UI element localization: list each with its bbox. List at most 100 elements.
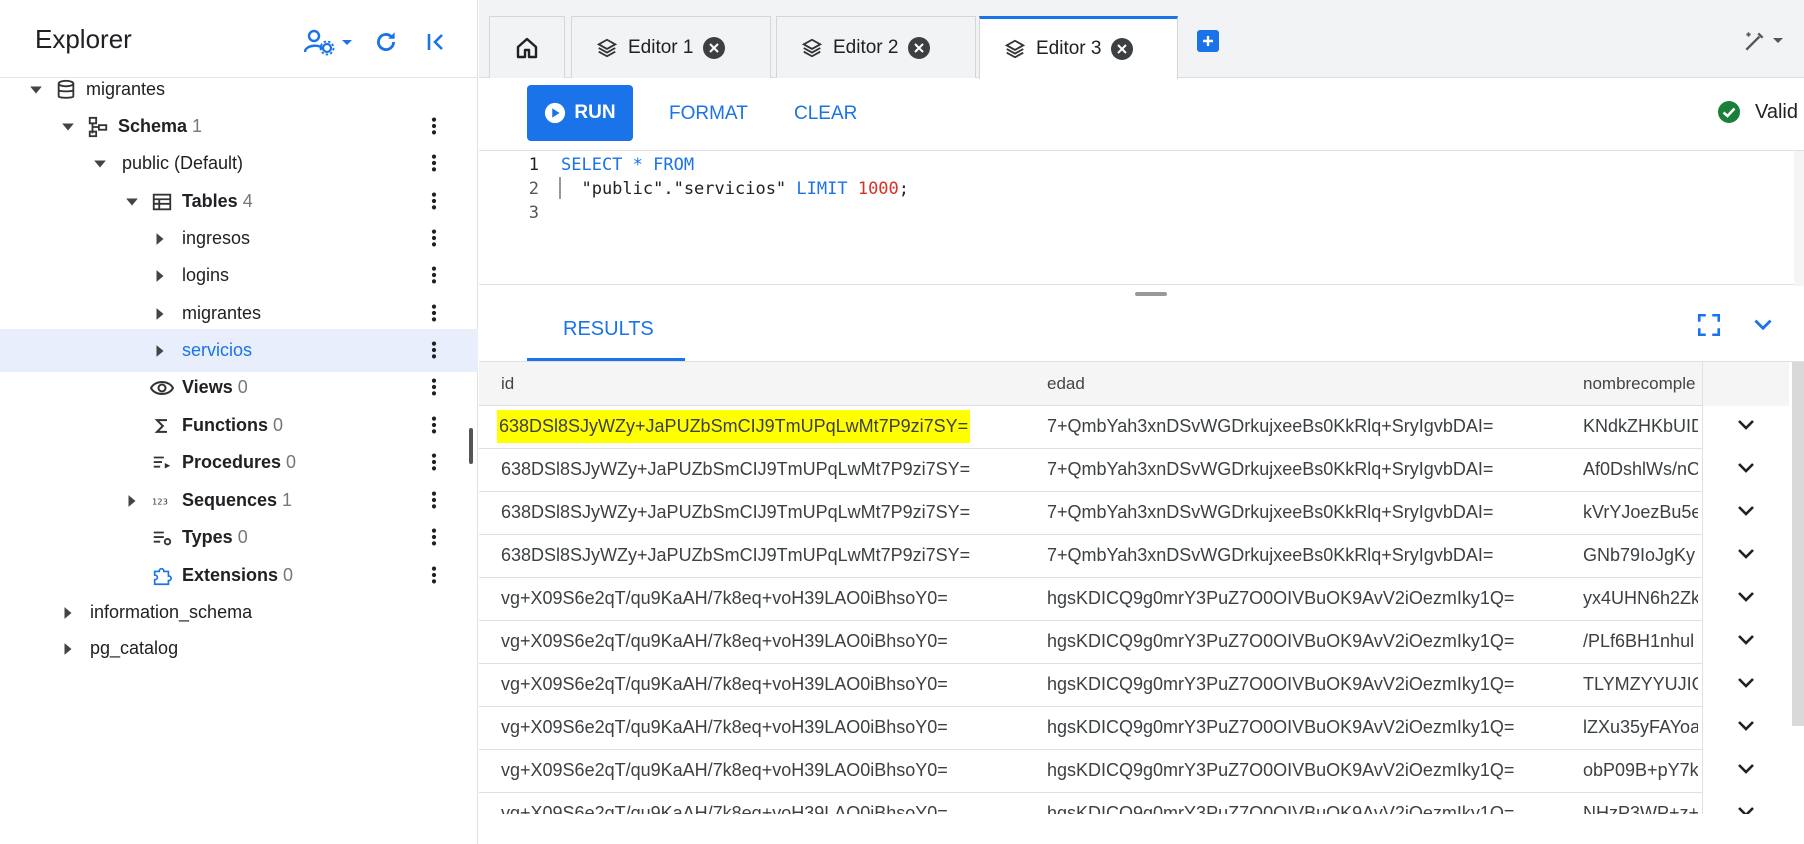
tab-editor-1[interactable]: Editor 1 — [571, 16, 771, 78]
more-vert-icon[interactable] — [422, 525, 446, 549]
tab-editor-2[interactable]: Editor 2 — [776, 16, 976, 78]
more-vert-icon[interactable] — [422, 263, 446, 287]
table-cell[interactable]: 638DSl8SJyWZy+JaPUZbSmCIJ9TmUPqLwMt7P9zi… — [501, 502, 970, 523]
more-vert-icon[interactable] — [422, 189, 446, 213]
close-tab-button[interactable] — [703, 36, 726, 59]
tab-home[interactable] — [489, 16, 565, 78]
table-cell[interactable]: vg+X09S6e2qT/qu9KaAH/7k8eq+voH39LAO0iBhs… — [501, 760, 948, 781]
table-cell[interactable]: 638DSl8SJyWZy+JaPUZbSmCIJ9TmUPqLwMt7P9zi… — [501, 545, 970, 566]
table-row[interactable]: 638DSl8SJyWZy+JaPUZbSmCIJ9TmUPqLwMt7P9zi… — [479, 449, 1789, 492]
editor-scrollbar[interactable] — [1794, 151, 1804, 286]
table-cell[interactable]: 7+QmbYah3xnDSvWGDrkujxeeBs0KkRlq+SryIgvb… — [1047, 545, 1493, 566]
tree-item-procedures[interactable]: Procedures 0 — [0, 441, 478, 484]
table-cell[interactable]: vg+X09S6e2qT/qu9KaAH/7k8eq+voH39LAO0iBhs… — [501, 803, 948, 814]
table-row[interactable]: vg+X09S6e2qT/qu9KaAH/7k8eq+voH39LAO0iBhs… — [479, 621, 1789, 664]
chevron-right-icon[interactable] — [148, 339, 172, 363]
fullscreen-icon[interactable] — [1696, 312, 1722, 338]
more-vert-icon[interactable] — [422, 375, 446, 399]
table-cell[interactable]: hgsKDICQ9g0mrY3PuZ7O0OIVBuOK9AvV2iOezmIk… — [1047, 717, 1514, 738]
table-cell[interactable]: hgsKDICQ9g0mrY3PuZ7O0OIVBuOK9AvV2iOezmIk… — [1047, 760, 1514, 781]
column-header-edad[interactable]: edad — [1047, 374, 1085, 394]
run-button[interactable]: RUN — [527, 85, 633, 141]
table-row[interactable]: 638DSl8SJyWZy+JaPUZbSmCIJ9TmUPqLwMt7P9zi… — [479, 406, 1789, 449]
expand-row-button[interactable] — [1702, 535, 1789, 578]
more-vert-icon[interactable] — [422, 413, 446, 437]
table-cell[interactable]: obP09B+pY7k — [1583, 760, 1698, 781]
chevron-right-icon[interactable] — [56, 637, 80, 661]
expand-row-button[interactable] — [1702, 621, 1789, 664]
column-header-nombrecompleto[interactable]: nombrecomple — [1583, 374, 1698, 394]
close-tab-button[interactable] — [1111, 38, 1134, 60]
sql-editor[interactable]: 1 2 3 SELECT * FROM "public"."servicios"… — [479, 150, 1804, 286]
refresh-button[interactable] — [368, 24, 404, 60]
collapse-sidebar-button[interactable] — [418, 24, 454, 60]
table-row[interactable]: vg+X09S6e2qT/qu9KaAH/7k8eq+voH39LAO0iBhs… — [479, 793, 1789, 814]
close-tab-button[interactable] — [908, 36, 931, 59]
expand-row-button[interactable] — [1702, 793, 1789, 814]
table-cell[interactable]: Af0DshlWs/nC — [1583, 459, 1698, 480]
more-vert-icon[interactable] — [422, 226, 446, 250]
table-cell[interactable]: yx4UHN6h2Zk — [1583, 588, 1698, 609]
tree-item-types[interactable]: Types 0 — [0, 516, 478, 559]
chevron-right-icon[interactable] — [148, 302, 172, 326]
chevron-down-icon[interactable] — [24, 78, 48, 102]
more-vert-icon[interactable] — [422, 563, 446, 587]
clear-button[interactable]: CLEAR — [794, 103, 857, 125]
tab-results[interactable]: RESULTS — [563, 318, 654, 341]
expand-row-button[interactable] — [1702, 664, 1789, 707]
more-vert-icon[interactable] — [422, 450, 446, 474]
table-cell[interactable]: TLYMZYYUJIG — [1583, 674, 1698, 695]
table-cell[interactable]: vg+X09S6e2qT/qu9KaAH/7k8eq+voH39LAO0iBhs… — [501, 588, 948, 609]
chevron-right-icon[interactable] — [148, 264, 172, 288]
more-vert-icon[interactable] — [422, 488, 446, 512]
expand-row-button[interactable] — [1702, 406, 1789, 449]
tree-item-logins[interactable]: logins — [0, 254, 478, 297]
table-cell[interactable]: KNdkZHKbUID — [1583, 416, 1698, 437]
table-cell[interactable]: hgsKDICQ9g0mrY3PuZ7O0OIVBuOK9AvV2iOezmIk… — [1047, 803, 1514, 814]
more-vert-icon[interactable] — [422, 301, 446, 325]
table-cell[interactable]: kVrYJoezBu5e — [1583, 502, 1698, 523]
expand-row-button[interactable] — [1702, 578, 1789, 621]
table-row[interactable]: vg+X09S6e2qT/qu9KaAH/7k8eq+voH39LAO0iBhs… — [479, 707, 1789, 750]
table-cell[interactable]: 7+QmbYah3xnDSvWGDrkujxeeBs0KkRlq+SryIgvb… — [1047, 459, 1493, 480]
table-cell[interactable]: hgsKDICQ9g0mrY3PuZ7O0OIVBuOK9AvV2iOezmIk… — [1047, 674, 1514, 695]
table-row[interactable]: 638DSl8SJyWZy+JaPUZbSmCIJ9TmUPqLwMt7P9zi… — [479, 492, 1789, 535]
results-scrollbar[interactable] — [1792, 362, 1804, 726]
add-tab-button[interactable] — [1197, 30, 1219, 52]
table-cell[interactable]: vg+X09S6e2qT/qu9KaAH/7k8eq+voH39LAO0iBhs… — [501, 717, 948, 738]
chevron-right-icon[interactable] — [56, 601, 80, 625]
table-cell[interactable]: 638DSl8SJyWZy+JaPUZbSmCIJ9TmUPqLwMt7P9zi… — [497, 410, 971, 443]
tree-item-pg-catalog[interactable]: pg_catalog — [0, 627, 478, 670]
column-header-id[interactable]: id — [501, 374, 514, 394]
table-cell[interactable]: /PLf6BH1nhul — [1583, 631, 1694, 652]
table-cell[interactable]: lZXu35yFAYoa — [1583, 717, 1698, 738]
table-cell[interactable]: GNb79IoJgKy — [1583, 545, 1695, 566]
chevron-down-icon[interactable] — [1750, 312, 1776, 338]
format-button[interactable]: FORMAT — [669, 103, 748, 125]
sidebar-scrollbar[interactable] — [469, 428, 473, 464]
table-cell[interactable]: vg+X09S6e2qT/qu9KaAH/7k8eq+voH39LAO0iBhs… — [501, 631, 948, 652]
table-cell[interactable]: hgsKDICQ9g0mrY3PuZ7O0OIVBuOK9AvV2iOezmIk… — [1047, 588, 1514, 609]
expand-row-button[interactable] — [1702, 750, 1789, 793]
more-vert-icon[interactable] — [422, 151, 446, 175]
more-vert-icon[interactable] — [422, 114, 446, 138]
table-row[interactable]: vg+X09S6e2qT/qu9KaAH/7k8eq+voH39LAO0iBhs… — [479, 750, 1789, 793]
chevron-down-icon[interactable] — [120, 190, 144, 214]
table-cell[interactable]: 7+QmbYah3xnDSvWGDrkujxeeBs0KkRlq+SryIgvb… — [1047, 416, 1493, 437]
tree-item-public-default-[interactable]: public (Default) — [0, 142, 478, 185]
table-row[interactable]: vg+X09S6e2qT/qu9KaAH/7k8eq+voH39LAO0iBhs… — [479, 578, 1789, 621]
more-vert-icon[interactable] — [422, 338, 446, 362]
chevron-down-icon[interactable] — [56, 115, 80, 139]
chevron-right-icon[interactable] — [148, 227, 172, 251]
tab-editor-3[interactable]: Editor 3 — [979, 16, 1178, 79]
manage-connection-button[interactable] — [302, 24, 354, 60]
table-row[interactable]: vg+X09S6e2qT/qu9KaAH/7k8eq+voH39LAO0iBhs… — [479, 664, 1789, 707]
table-cell[interactable]: hgsKDICQ9g0mrY3PuZ7O0OIVBuOK9AvV2iOezmIk… — [1047, 631, 1514, 652]
tree-item-views[interactable]: Views 0 — [0, 366, 478, 409]
table-row[interactable]: 638DSl8SJyWZy+JaPUZbSmCIJ9TmUPqLwMt7P9zi… — [479, 535, 1789, 578]
expand-row-button[interactable] — [1702, 707, 1789, 750]
expand-row-button[interactable] — [1702, 449, 1789, 492]
editor-settings-button[interactable] — [1742, 28, 1784, 54]
table-cell[interactable]: vg+X09S6e2qT/qu9KaAH/7k8eq+voH39LAO0iBhs… — [501, 674, 948, 695]
table-cell[interactable]: 7+QmbYah3xnDSvWGDrkujxeeBs0KkRlq+SryIgvb… — [1047, 502, 1493, 523]
